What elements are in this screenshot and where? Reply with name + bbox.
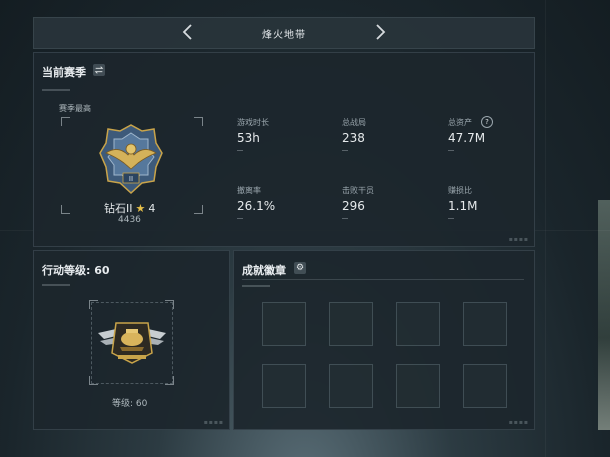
- stat-label: 总资产: [448, 118, 472, 127]
- stat-tick: [342, 218, 348, 219]
- badge-slot[interactable]: [262, 364, 306, 408]
- action-level-underline: [42, 284, 70, 286]
- card-deco: ▪▪▪▪: [508, 236, 529, 243]
- level-text: 等级: 60: [112, 399, 148, 409]
- frame-corner: [89, 376, 98, 385]
- stat-tick: [448, 150, 454, 151]
- background-figure: [598, 200, 610, 430]
- season-title: 当前赛季: [42, 66, 86, 79]
- help-icon[interactable]: ?: [481, 116, 493, 128]
- frame-corner: [165, 300, 174, 309]
- stat-label: 总战局: [342, 118, 366, 127]
- stat-value: 53h: [237, 131, 260, 145]
- level-emblem: [98, 322, 166, 364]
- stat-value: 238: [342, 131, 365, 145]
- stat-tick: [342, 150, 348, 151]
- rank-emblem: II: [99, 124, 163, 195]
- rank-score: 4436: [118, 215, 141, 225]
- mode-title: 烽火地带: [262, 30, 306, 41]
- stat-label: 撤离率: [237, 186, 261, 195]
- stat-label: 击败干员: [342, 186, 374, 195]
- badge-slot[interactable]: [463, 302, 507, 346]
- stat-label: 赚损比: [448, 186, 472, 195]
- action-level-title: 行动等级: 60: [42, 264, 110, 277]
- stat-label: 游戏时长: [237, 118, 269, 127]
- star-icon: ★: [135, 201, 146, 215]
- frame-corner: [61, 117, 70, 126]
- mode-header: 烽火地带: [33, 17, 535, 49]
- next-mode-button[interactable]: [370, 22, 390, 42]
- achievements-separator: [242, 279, 524, 280]
- badge-slot[interactable]: [463, 364, 507, 408]
- frame-corner: [89, 300, 98, 309]
- frame-corner: [61, 205, 70, 214]
- badge-slot[interactable]: [396, 302, 440, 346]
- season-card: 当前赛季 赛季最高 II 钻石II ★ 4 4436 游戏时长 53h 总战局 …: [33, 52, 535, 247]
- stat-tick: [448, 218, 454, 219]
- stat-value: 296: [342, 199, 365, 213]
- badge-slot[interactable]: [329, 302, 373, 346]
- card-deco: ▪▪▪▪: [508, 419, 529, 426]
- frame-corner: [194, 205, 203, 214]
- card-deco: ▪▪▪▪: [203, 419, 224, 426]
- achievements-card: 成就徽章 ⚙ ▪▪▪▪: [233, 250, 535, 430]
- stat-value: 47.7M: [448, 131, 486, 145]
- season-title-underline: [42, 89, 70, 91]
- stat-tick: [237, 150, 243, 151]
- chevron-right-icon: [376, 24, 386, 40]
- stat-value: 26.1%: [237, 199, 276, 213]
- badge-slot[interactable]: [396, 364, 440, 408]
- frame-corner: [194, 117, 203, 126]
- frame-corner: [165, 376, 174, 385]
- rank-stars: 4: [148, 201, 156, 215]
- svg-text:II: II: [129, 175, 133, 183]
- achievements-settings-button[interactable]: ⚙: [294, 262, 306, 274]
- season-best-label: 赛季最高: [59, 104, 91, 113]
- gear-icon: ⚙: [295, 263, 305, 273]
- badge-slot[interactable]: [262, 302, 306, 346]
- swap-icon: [94, 66, 104, 74]
- stat-value: 1.1M: [448, 199, 478, 213]
- achievements-underline: [242, 285, 270, 287]
- action-level-card: 行动等级: 60 等级: 60 ▪▪▪▪: [33, 250, 230, 430]
- rank-line: 钻石II ★ 4: [104, 200, 155, 216]
- rank-name: 钻石II: [104, 202, 133, 215]
- badge-slot[interactable]: [329, 364, 373, 408]
- stat-tick: [237, 218, 243, 219]
- achievements-title: 成就徽章: [242, 264, 286, 277]
- swap-season-button[interactable]: [93, 64, 105, 76]
